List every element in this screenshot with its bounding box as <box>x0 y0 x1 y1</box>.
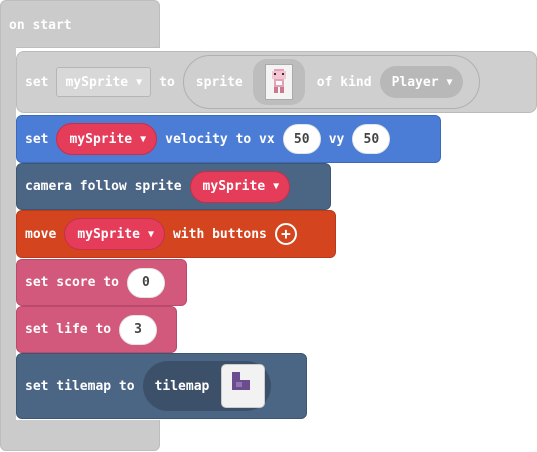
variable-name: mySprite <box>202 179 266 194</box>
vy-input[interactable]: 50 <box>352 124 391 154</box>
life-input[interactable]: 3 <box>119 314 158 345</box>
sprite-keyword: sprite <box>195 74 243 90</box>
variable-dropdown[interactable]: mySprite ▼ <box>56 67 152 97</box>
chevron-down-icon: ▼ <box>147 228 154 240</box>
set-keyword: set <box>25 74 49 90</box>
on-start-label: on start <box>9 18 72 33</box>
set-keyword: set <box>25 131 49 147</box>
score-label: set score to <box>25 275 119 290</box>
variable-name: mySprite <box>65 74 129 90</box>
chevron-down-icon: ▼ <box>273 181 280 192</box>
tile-pixel <box>236 382 243 387</box>
to-keyword: to <box>159 74 175 90</box>
move-with-buttons-block[interactable]: move mySprite ▼ with buttons + <box>16 210 336 258</box>
tilemap-reporter[interactable]: tilemap <box>142 361 272 411</box>
set-velocity-block[interactable]: set mySprite ▼ velocity to vx 50 vy 50 <box>16 115 441 163</box>
camera-label: camera follow sprite <box>25 179 182 194</box>
sprite-thumbnail <box>264 64 293 100</box>
tile-pixel <box>232 372 241 380</box>
velocity-label: velocity to vx <box>165 131 275 147</box>
on-start-block[interactable]: on start <box>0 0 160 48</box>
move-keyword: move <box>25 226 57 242</box>
score-input[interactable]: 0 <box>126 267 165 298</box>
variable-dropdown[interactable]: mySprite ▼ <box>56 123 158 155</box>
set-score-block[interactable]: set score to 0 <box>16 259 187 306</box>
sprite-image-picker[interactable] <box>252 59 305 105</box>
life-label: set life to <box>25 322 112 337</box>
set-life-block[interactable]: set life to 3 <box>16 306 177 353</box>
kind-value: Player <box>391 74 439 90</box>
chevron-down-icon: ▼ <box>140 133 147 145</box>
vx-input[interactable]: 50 <box>282 124 321 154</box>
add-icon[interactable]: + <box>274 223 297 245</box>
vy-label: vy <box>328 131 345 147</box>
on-start-spine <box>0 46 16 420</box>
sprite-of-kind-reporter[interactable]: sprite of kind Player ▼ <box>182 55 480 109</box>
player-sprite-icon <box>271 69 286 93</box>
variable-dropdown[interactable]: mySprite ▼ <box>189 170 291 203</box>
tilemap-label: set tilemap to <box>25 378 135 394</box>
on-start-footer <box>0 420 160 451</box>
tilemap-thumbnail[interactable] <box>221 364 266 408</box>
camera-follow-block[interactable]: camera follow sprite mySprite ▼ <box>16 163 331 210</box>
set-sprite-block[interactable]: set mySprite ▼ to sprite of kind Player … <box>16 51 537 113</box>
variable-name: mySprite <box>69 131 133 147</box>
tilemap-keyword: tilemap <box>154 378 210 394</box>
variable-name: mySprite <box>77 226 140 242</box>
chevron-down-icon: ▼ <box>136 76 143 88</box>
kind-dropdown[interactable]: Player ▼ <box>379 66 463 98</box>
of-kind-keyword: of kind <box>316 74 372 90</box>
variable-dropdown[interactable]: mySprite ▼ <box>64 218 165 250</box>
set-tilemap-block[interactable]: set tilemap to tilemap <box>16 353 307 419</box>
with-buttons-label: with buttons <box>172 226 267 242</box>
chevron-down-icon: ▼ <box>446 76 453 88</box>
